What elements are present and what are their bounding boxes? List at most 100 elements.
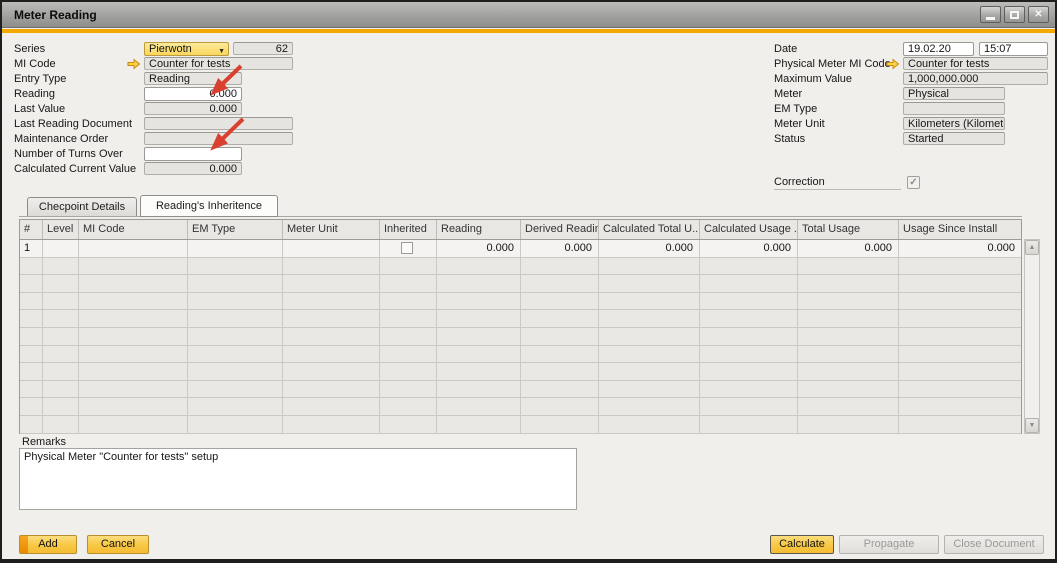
mi-code-cell[interactable] [79, 240, 188, 258]
table-cell [700, 293, 798, 311]
table-cell [700, 381, 798, 399]
table-cell [20, 416, 43, 434]
close-button[interactable]: ✕ [1028, 6, 1049, 23]
table-cell [798, 346, 899, 364]
table-cell [899, 328, 1021, 346]
meter-unit-label: Meter Unit [774, 118, 825, 131]
scroll-down-button[interactable]: ▼ [1025, 418, 1039, 433]
link-arrow-icon[interactable] [127, 58, 141, 70]
row-number-cell[interactable]: 1 [20, 240, 43, 258]
calculated-current-value-field: 0.000 [144, 162, 242, 175]
number-of-turns-over-input[interactable] [144, 147, 242, 161]
reading-label: Reading [14, 88, 55, 101]
table-cell [380, 293, 437, 311]
close-document-button[interactable]: Close Document [944, 535, 1044, 554]
table-cell [20, 275, 43, 293]
cancel-button[interactable]: Cancel [87, 535, 149, 554]
table-cell [79, 310, 188, 328]
level-cell[interactable] [43, 240, 79, 258]
last-value-label: Last Value [14, 103, 65, 116]
time-input[interactable] [979, 42, 1048, 56]
table-cell [79, 275, 188, 293]
table-cell [79, 346, 188, 364]
maximum-value-label: Maximum Value [774, 73, 852, 86]
scroll-up-button[interactable]: ▲ [1025, 240, 1039, 255]
table-cell [188, 293, 283, 311]
usage-since-install-cell[interactable]: 0.000 [899, 240, 1021, 258]
table-cell [43, 381, 79, 399]
column-header[interactable]: Meter Unit [283, 220, 380, 239]
meter-unit-cell[interactable] [283, 240, 380, 258]
table-row [20, 381, 1021, 399]
table-cell [437, 363, 521, 381]
table-cell [283, 310, 380, 328]
table-cell [798, 293, 899, 311]
table-cell [283, 363, 380, 381]
maximum-value-field: 1,000,000.000 [903, 72, 1048, 85]
table-cell [283, 346, 380, 364]
column-header[interactable]: Reading [437, 220, 521, 239]
scroll-down-icon: ▼ [1029, 422, 1036, 429]
propagate-button[interactable]: Propagate [839, 535, 939, 554]
table-cell [20, 398, 43, 416]
table-cell [380, 275, 437, 293]
derived-reading-cell[interactable]: 0.000 [521, 240, 599, 258]
table-cell [437, 310, 521, 328]
series-combo[interactable]: Pierwotn ▼ [144, 42, 229, 56]
table-cell [43, 328, 79, 346]
tab-readings-inheritance[interactable]: Reading's Inheritence [140, 195, 278, 217]
column-header[interactable]: Inherited [380, 220, 437, 239]
table-cell [43, 416, 79, 434]
inherited-checkbox[interactable] [401, 242, 413, 254]
table-cell [521, 293, 599, 311]
calculate-button[interactable]: Calculate [770, 535, 834, 554]
table-cell [437, 381, 521, 399]
table-cell [798, 328, 899, 346]
tab-checkpoint-details[interactable]: Checpoint Details [27, 197, 137, 217]
number-of-turns-over-label: Number of Turns Over [14, 148, 123, 161]
column-header[interactable]: MI Code [79, 220, 188, 239]
calculated-current-value-label: Calculated Current Value [14, 163, 136, 176]
reading-input[interactable] [144, 87, 242, 101]
column-header[interactable]: Calculated Usage ... [700, 220, 798, 239]
maximize-button[interactable] [1004, 6, 1025, 23]
table-cell [599, 416, 700, 434]
scroll-up-icon: ▲ [1029, 244, 1036, 251]
meter-reading-window: Meter Reading ✕ Series Pierwotn ▼ 62 MI … [0, 0, 1057, 563]
table-cell [521, 416, 599, 434]
table-cell [521, 275, 599, 293]
table-cell [43, 398, 79, 416]
table-cell [599, 398, 700, 416]
status-field: Started [903, 132, 1005, 145]
remarks-textarea[interactable]: Physical Meter "Counter for tests" setup [19, 448, 577, 510]
column-header[interactable]: Level [43, 220, 79, 239]
table-cell [521, 381, 599, 399]
column-header[interactable]: Derived Reading [521, 220, 599, 239]
table-cell [899, 293, 1021, 311]
table-cell [599, 310, 700, 328]
link-arrow-icon[interactable] [886, 58, 900, 70]
add-button[interactable]: Add [19, 535, 77, 554]
total-usage-cell[interactable]: 0.000 [798, 240, 899, 258]
column-header[interactable]: EM Type [188, 220, 283, 239]
column-header[interactable]: Calculated Total U... [599, 220, 700, 239]
column-header[interactable]: Usage Since Install [899, 220, 1021, 239]
table-vertical-scrollbar[interactable]: ▲ ▼ [1024, 239, 1040, 434]
grid-empty-rows [20, 258, 1021, 434]
column-header[interactable]: # [20, 220, 43, 239]
mi-code-label: MI Code [14, 58, 56, 71]
table-cell [188, 310, 283, 328]
table-cell [437, 258, 521, 276]
calculated-usage-cell[interactable]: 0.000 [700, 240, 798, 258]
table-cell [700, 398, 798, 416]
maintenance-order-field [144, 132, 293, 145]
table-cell [188, 416, 283, 434]
reading-cell[interactable]: 0.000 [437, 240, 521, 258]
calculated-total-usage-cell[interactable]: 0.000 [599, 240, 700, 258]
table-cell [899, 258, 1021, 276]
table-cell [43, 363, 79, 381]
date-input[interactable] [903, 42, 974, 56]
em-type-cell[interactable] [188, 240, 283, 258]
minimize-button[interactable] [980, 6, 1001, 23]
column-header[interactable]: Total Usage [798, 220, 899, 239]
